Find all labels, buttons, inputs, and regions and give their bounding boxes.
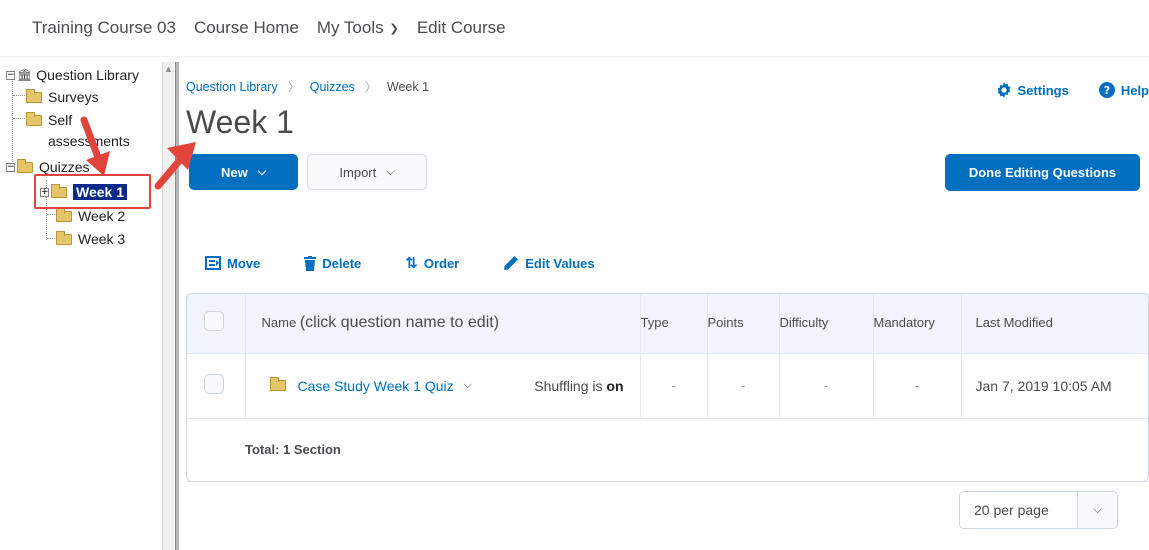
annotation-arrow-down — [80, 116, 103, 164]
annotation-arrow-right — [154, 156, 184, 190]
annotation-arrows — [80, 116, 196, 190]
